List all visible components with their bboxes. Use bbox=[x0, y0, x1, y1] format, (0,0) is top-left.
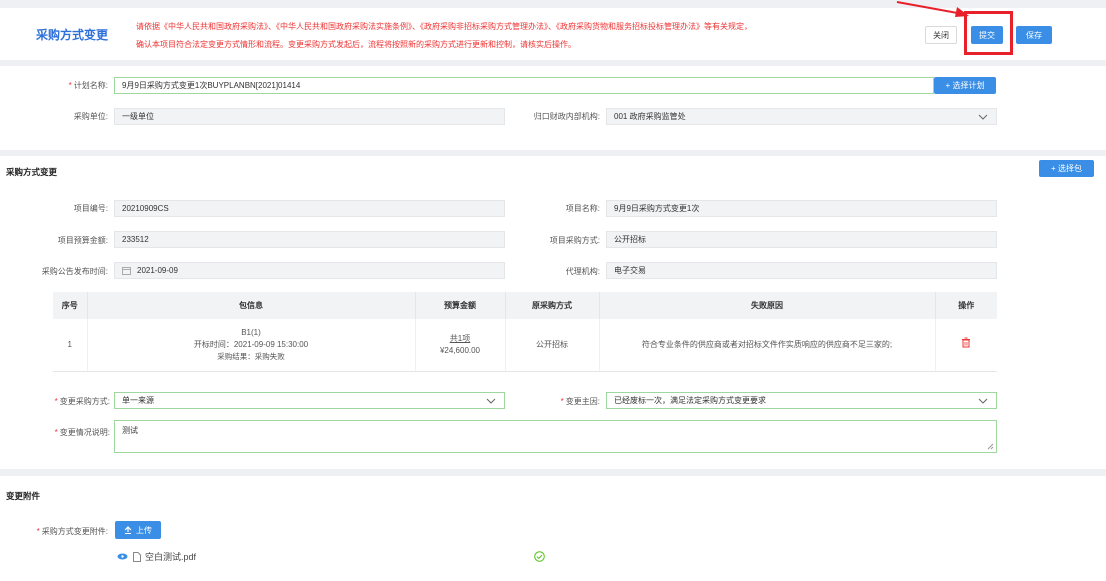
attachment-section-title: 变更附件 bbox=[6, 491, 41, 501]
col-fail-reason-header: 失败原因 bbox=[599, 292, 936, 319]
agency-field: 电子交易 bbox=[606, 262, 997, 279]
package-table: 序号 包信息 预算金额 原采购方式 失败原因 操作 1 B1(1) 开标时间：2… bbox=[53, 292, 997, 372]
plan-name-label: * 计划名称: bbox=[68, 81, 108, 90]
change-reason-select[interactable]: 已经废标一次，满足法定采购方式变更要求 bbox=[606, 392, 997, 409]
package-open-time: 开标时间：2021-09-09 15:30:00 bbox=[193, 339, 309, 349]
attachment-field-label: * 采购方式变更附件: bbox=[36, 527, 108, 536]
notice-line-2: 确认本项目符合法定变更方式情形和流程。变更采购方式发起后，流程将按照新的采购方式… bbox=[136, 40, 576, 49]
attachment-panel: 变更附件 * 采购方式变更附件: 上传 空白测试.pdf bbox=[0, 476, 1106, 581]
new-method-select[interactable]: 单一来源 bbox=[114, 392, 505, 409]
select-package-button[interactable]: + 选择包 bbox=[1039, 160, 1094, 177]
row-orig-method: 公开招标 bbox=[505, 319, 600, 372]
row-index: 1 bbox=[53, 319, 88, 372]
document-icon bbox=[133, 551, 141, 562]
publish-time-field: 2021-09-09 bbox=[114, 262, 505, 279]
change-section-title: 采购方式变更 bbox=[6, 167, 58, 177]
budget-field: 233512 bbox=[114, 231, 505, 248]
table-row: 1 B1(1) 开标时间：2021-09-09 15:30:00 采购结果：采购… bbox=[53, 319, 997, 372]
col-action-header: 操作 bbox=[935, 292, 997, 319]
finance-org-label: 归口财政内部机构: bbox=[533, 112, 600, 121]
unit-field: 一级单位 bbox=[114, 108, 505, 125]
project-no-field: 20210909CS bbox=[114, 200, 505, 217]
change-reason-value: 已经废标一次，满足法定采购方式变更要求 bbox=[614, 396, 766, 405]
plan-name-field[interactable]: 9月9日采购方式变更1次BUYPLANBN[2021]01414 bbox=[114, 77, 934, 94]
project-name-label: 项目名称: bbox=[565, 204, 600, 213]
close-button[interactable]: 关闭 bbox=[925, 26, 957, 44]
upload-icon bbox=[124, 526, 132, 534]
eye-icon[interactable] bbox=[117, 553, 128, 560]
budget-label: 项目预算金额: bbox=[57, 236, 108, 245]
change-desc-label: * 变更情况说明: bbox=[54, 428, 110, 437]
upload-success-icon bbox=[534, 551, 545, 562]
budget-amount: ¥24,600.00 bbox=[439, 345, 481, 355]
row-budget: 共1项 ¥24,600.00 bbox=[415, 319, 506, 372]
new-method-label: * 变更采购方式: bbox=[54, 397, 110, 406]
col-package-header: 包信息 bbox=[87, 292, 416, 319]
upload-button[interactable]: 上传 bbox=[115, 521, 161, 539]
chevron-down-icon bbox=[978, 114, 988, 120]
table-header-row: 序号 包信息 预算金额 原采购方式 失败原因 操作 bbox=[53, 292, 997, 319]
row-fail-reason: 符合专业条件的供应商或者对招标文件作实质响应的供应商不足三家的; bbox=[599, 319, 936, 372]
agency-label: 代理机构: bbox=[565, 267, 600, 276]
change-desc-value: 测试 bbox=[122, 426, 138, 435]
delete-icon[interactable] bbox=[961, 337, 971, 348]
finance-org-select[interactable]: 001 政府采购监管处 bbox=[606, 108, 997, 125]
notice-line-1: 请依据《中华人民共和国政府采购法》、《中华人民共和国政府采购法实施条例》、《政府… bbox=[136, 22, 752, 31]
plan-panel: * 计划名称: 9月9日采购方式变更1次BUYPLANBN[2021]01414 … bbox=[0, 66, 1106, 150]
publish-time-value: 2021-09-09 bbox=[137, 266, 178, 275]
change-reason-label: * 变更主因: bbox=[560, 397, 600, 406]
annotation-arrow-icon bbox=[896, 1, 969, 17]
finance-org-value: 001 政府采购监管处 bbox=[614, 112, 686, 121]
chevron-down-icon bbox=[486, 398, 496, 404]
unit-label: 采购单位: bbox=[73, 112, 108, 121]
project-method-label: 项目采购方式: bbox=[549, 236, 600, 245]
package-result: 采购结果：采购失败 bbox=[217, 351, 285, 361]
file-item: 空白测试.pdf bbox=[117, 550, 196, 563]
publish-time-label: 采购公告发布时间: bbox=[41, 267, 108, 276]
change-panel: 采购方式变更 + 选择包 项目编号: 20210909CS 项目名称: 9月9日… bbox=[0, 156, 1106, 469]
file-name[interactable]: 空白测试.pdf bbox=[145, 550, 196, 563]
page-title: 采购方式变更 bbox=[36, 28, 109, 42]
project-no-label: 项目编号: bbox=[73, 204, 108, 213]
col-orig-method-header: 原采购方式 bbox=[505, 292, 600, 319]
row-action bbox=[935, 319, 997, 372]
calendar-icon bbox=[122, 267, 131, 275]
project-method-field: 公开招标 bbox=[606, 231, 997, 248]
col-budget-header: 预算金额 bbox=[415, 292, 506, 319]
budget-items-link[interactable]: 共1项 bbox=[416, 333, 505, 345]
select-plan-button[interactable]: + 选择计划 bbox=[934, 77, 996, 94]
chevron-down-icon bbox=[978, 398, 988, 404]
resize-handle-icon[interactable] bbox=[987, 443, 994, 450]
project-name-field: 9月9日采购方式变更1次 bbox=[606, 200, 997, 217]
upload-label: 上传 bbox=[136, 525, 152, 535]
change-desc-textarea[interactable]: 测试 bbox=[114, 420, 997, 453]
row-package-info: B1(1) 开标时间：2021-09-09 15:30:00 采购结果：采购失败 bbox=[87, 319, 416, 372]
save-button[interactable]: 保存 bbox=[1016, 26, 1052, 44]
package-name: B1(1) bbox=[241, 327, 261, 337]
new-method-value: 单一来源 bbox=[122, 396, 154, 405]
col-index-header: 序号 bbox=[53, 292, 88, 319]
